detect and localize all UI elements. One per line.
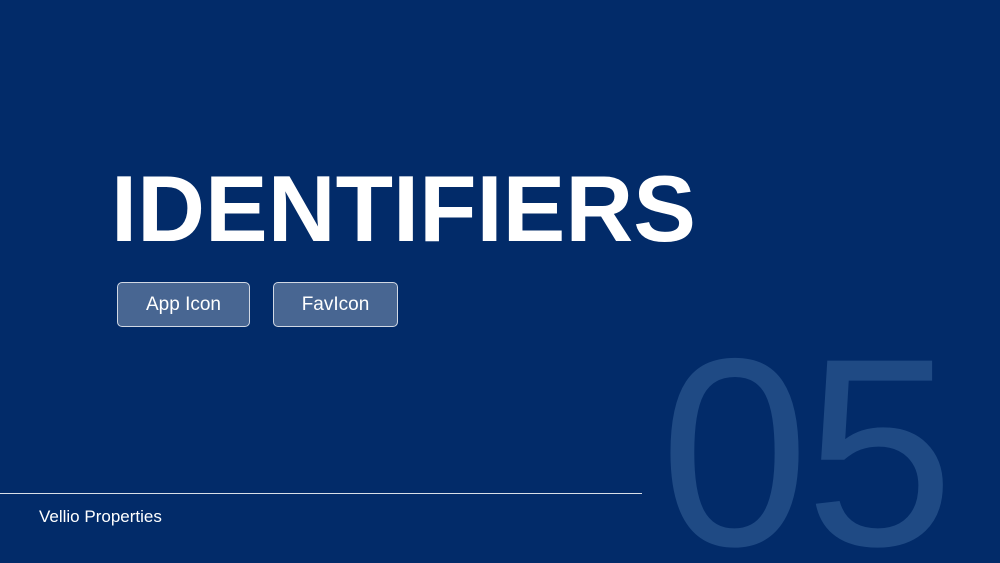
section-number: 05 [660, 302, 954, 563]
tag-favicon[interactable]: FavIcon [273, 282, 398, 327]
slide-title: IDENTIFIERS [111, 156, 696, 261]
tag-app-icon[interactable]: App Icon [117, 282, 250, 327]
footer-brand: Vellio Properties [39, 507, 162, 526]
slide: 05 IDENTIFIERS App Icon FavIcon Vellio P… [0, 0, 1000, 563]
footer-divider [0, 493, 642, 494]
tag-app-icon-label: App Icon [146, 293, 221, 315]
tag-favicon-label: FavIcon [301, 293, 370, 315]
